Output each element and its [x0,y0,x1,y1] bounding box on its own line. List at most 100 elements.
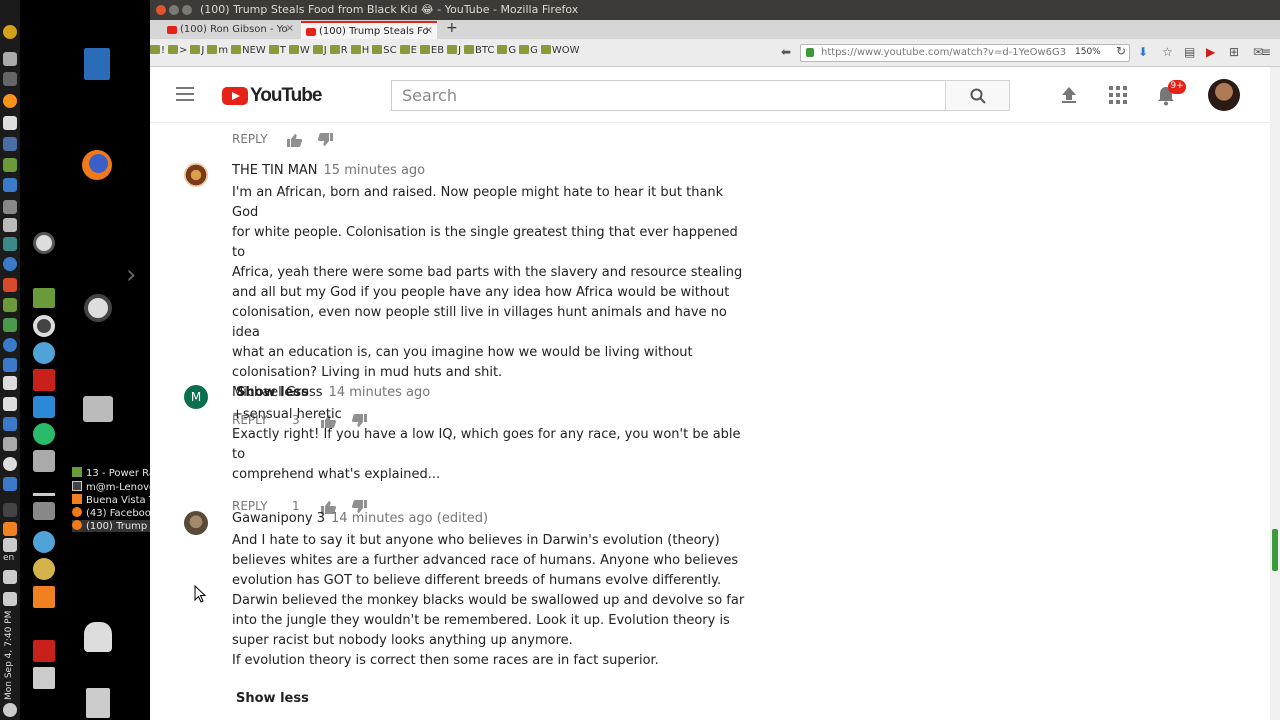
search-input[interactable]: Search [391,80,946,111]
bookmark-item[interactable]: R [329,45,348,56]
app-icon[interactable] [3,137,17,151]
bookmark-item[interactable]: W [288,45,310,56]
bookmark-item[interactable]: > [168,45,187,56]
bitcoin-icon[interactable] [3,94,17,108]
app-icon[interactable] [3,417,17,431]
upload-icon[interactable] [1061,86,1077,104]
download-icon[interactable]: ⬇ [1138,45,1148,59]
writer-document-icon[interactable] [84,48,110,80]
commenter-avatar[interactable]: M [184,385,208,409]
app-icon[interactable] [3,158,17,172]
app-icon[interactable] [33,288,55,308]
tab-ron-gibson[interactable]: (100) Ron Gibson - Yo × [162,21,298,39]
app-icon[interactable] [3,397,17,411]
bookmark-item[interactable]: J [447,45,461,56]
bitcoin-icon[interactable] [3,25,17,39]
volume-icon[interactable] [3,570,17,584]
app-icon[interactable] [3,318,17,332]
commenter-avatar[interactable] [184,163,208,187]
telegram-icon[interactable] [33,423,55,445]
comment-author[interactable]: Gawanipony 3 [232,511,325,526]
bookmark-item[interactable]: J [190,45,204,56]
ubuntu-software-icon[interactable] [84,294,112,322]
keyboard-language[interactable]: en [3,553,14,563]
wifi-icon[interactable] [3,538,17,552]
new-tab-icon[interactable]: + [446,20,458,36]
tab-trump-steals-food[interactable]: (100) Trump Steals Fo × [301,21,437,39]
app-icon[interactable] [3,477,17,491]
filezilla-icon[interactable] [33,369,55,391]
globe-icon[interactable] [3,257,17,271]
trash-icon[interactable] [86,688,110,718]
bookmark-item[interactable]: ! [150,45,165,56]
bookmark-item[interactable]: T [268,45,286,56]
bookmark-item[interactable]: EB [419,45,444,56]
chevron-right-icon[interactable]: › [126,262,140,288]
app-icon[interactable] [33,232,55,254]
user-login-icon[interactable] [84,622,112,652]
page-scrollbar[interactable] [1270,67,1280,720]
close-window-button[interactable] [156,5,166,15]
power-icon[interactable] [3,703,17,717]
clock[interactable]: Mon Sep 4, 7:40 PM [4,610,16,700]
atom-icon[interactable] [33,342,55,364]
app-icon[interactable] [3,72,17,86]
app-icon[interactable] [3,218,17,232]
comment-timestamp[interactable]: 14 minutes ago [329,385,431,400]
comment-timestamp[interactable]: 14 minutes ago (edited) [331,511,488,526]
menu-icon[interactable]: ≡ [1261,45,1271,59]
comment-timestamp[interactable]: 15 minutes ago [324,163,426,178]
app-icon[interactable] [3,278,17,292]
library-icon[interactable]: ▤ [1184,45,1195,59]
monitor-icon[interactable] [3,376,17,390]
apps-grid-icon[interactable] [1109,86,1127,104]
document-icon[interactable] [3,116,17,130]
app-icon[interactable] [3,358,17,372]
app-icon[interactable] [3,200,17,214]
extension-icon[interactable]: ⊞ [1229,45,1239,59]
app-icon[interactable] [3,52,17,66]
file-manager-icon[interactable] [83,396,113,422]
reload-icon[interactable]: ↻ [1116,44,1126,58]
search-button[interactable] [945,80,1010,111]
thumbs-down-icon[interactable] [318,133,334,147]
bookmark-item[interactable]: BTC [464,45,494,56]
battery-icon[interactable] [3,592,17,606]
app-icon[interactable] [3,298,17,312]
webcam-icon[interactable] [33,315,55,337]
zoom-level[interactable]: 150% [1075,47,1101,57]
commenter-avatar[interactable] [184,511,208,535]
bookmark-item[interactable]: m [207,45,228,56]
bookmark-item[interactable]: H [350,45,369,56]
dogecoin-icon[interactable] [33,558,55,580]
bookmark-item[interactable]: G [519,45,538,56]
minimize-window-button[interactable] [169,5,179,15]
scrollbar-thumb[interactable] [1272,529,1278,571]
atom-icon[interactable] [33,531,55,553]
guide-menu-icon[interactable] [176,87,194,101]
hanger-icon[interactable] [33,478,55,496]
app-icon[interactable] [33,502,55,520]
app-icon[interactable] [3,178,17,192]
comment-author[interactable]: THE TIN MAN [232,163,318,178]
app-icon[interactable] [33,396,55,418]
thumbs-up-icon[interactable] [286,133,302,147]
account-avatar[interactable] [1208,79,1240,111]
youtube-addon-icon[interactable]: ▶ [1206,45,1215,59]
show-less-button[interactable]: Show less [236,689,752,709]
bluetooth-icon[interactable] [3,503,17,517]
vlc-icon[interactable] [3,522,17,536]
search-app-icon[interactable] [33,667,55,689]
terminal-icon[interactable] [3,237,17,251]
reply-button[interactable]: REPLY [232,132,268,146]
back-icon[interactable]: ⬅ [781,45,791,59]
comment-author[interactable]: Michael Gross [232,385,323,400]
app-icon[interactable] [3,457,17,471]
bookmark-item[interactable]: J [312,45,327,56]
bookmark-item[interactable]: NEW [231,45,266,56]
bookmark-item[interactable]: WOW [540,45,580,56]
app-icon[interactable] [33,450,55,472]
bookmark-item[interactable]: SC [372,45,397,56]
close-tab-icon[interactable]: × [425,25,433,36]
app-icon[interactable] [3,338,17,352]
